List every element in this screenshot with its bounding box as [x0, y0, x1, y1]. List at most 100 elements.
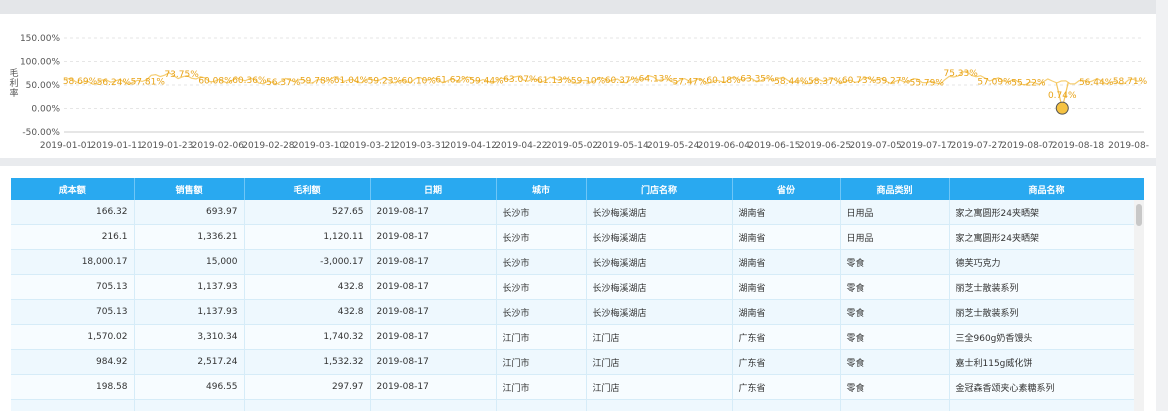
highlighted-data-point [1055, 101, 1069, 115]
table-cell: 长沙市 [496, 249, 587, 275]
data-label: 56.37% [266, 78, 301, 88]
table-cell: 江门店 [586, 374, 733, 400]
table-cell: 零食 [840, 274, 950, 300]
table-row[interactable]: 166.32 693.97 527.65 2019-08-17 长沙市 长沙梅溪湖店 湖南省… [11, 200, 1144, 225]
column-header[interactable]: 毛利额 [244, 178, 371, 200]
y-tick-label: 0.00% [31, 105, 60, 115]
column-header[interactable]: 商品名称 [949, 178, 1144, 200]
table-cell: 2019-08-17 [370, 299, 497, 325]
table-cell: 湖南省 [732, 249, 841, 275]
table-row[interactable]: 18,000.17 15,000 -3,000.17 2019-08-17 长沙市 长沙梅… [11, 249, 1144, 275]
table-cell: 日用品 [840, 224, 950, 250]
data-label: 60.36% [232, 76, 267, 86]
table-header-row: 成本额 销售额 毛利额 日期 城市 门店名称 省份 商品类别 商品名称 [11, 178, 1144, 200]
y-tick-label: -50.00% [22, 128, 60, 138]
data-label: 58.37% [808, 77, 843, 87]
data-label: 59.10% [571, 77, 606, 87]
column-header[interactable]: 城市 [496, 178, 587, 200]
column-header[interactable]: 商品类别 [840, 178, 950, 200]
table-row[interactable] [11, 399, 1144, 411]
table-cell: 长沙梅溪湖店 [586, 200, 733, 225]
table-row[interactable]: 984.92 2,517.24 1,532.32 2019-08-17 江门市 江门店 广东… [11, 349, 1144, 375]
data-label: 56.44% [1079, 78, 1114, 88]
x-tick-label: 2019-06-25 [799, 141, 851, 151]
x-tick-label: 2019-08-07 [1001, 141, 1053, 151]
table-cell: 18,000.17 [11, 249, 135, 275]
data-label: 63.07% [503, 75, 538, 85]
column-header[interactable]: 成本额 [11, 178, 135, 200]
table-cell: 2019-08-17 [370, 324, 497, 350]
table-row[interactable]: 198.58 496.55 297.97 2019-08-17 江门市 江门店 广东省 零食金… [11, 374, 1144, 400]
table-cell: 长沙梅溪湖店 [586, 249, 733, 275]
data-label: 60.08% [198, 76, 233, 86]
table-cell [11, 399, 135, 411]
x-tick-label: 2019-03-10 [293, 141, 346, 151]
table-cell: 广东省 [732, 374, 841, 400]
table-cell: 2,517.24 [134, 349, 245, 375]
data-label: 60.37% [605, 76, 640, 86]
table-cell: 家之寓圆形24夹晒架 [949, 200, 1144, 225]
y-axis-label-char: 毛 [9, 67, 18, 79]
table-row[interactable]: 1,570.02 3,310.34 1,740.32 2019-08-17 江门市 江门店… [11, 324, 1144, 350]
table-row[interactable]: 705.13 1,137.93 432.8 2019-08-17 长沙市 长沙梅溪湖店 湖南… [11, 274, 1144, 300]
table-cell: 长沙梅溪湖店 [586, 274, 733, 300]
table-cell: 长沙市 [496, 274, 587, 300]
sales-table-panel: 成本额 销售额 毛利额 日期 城市 门店名称 省份 商品类别 商品名称 166.32 693.97… [0, 166, 1156, 411]
table-cell: 家之寓圆形24夹晒架 [949, 224, 1144, 250]
page-scrollbar[interactable] [1156, 0, 1168, 411]
column-header[interactable]: 省份 [732, 178, 841, 200]
table-cell: 江门店 [586, 349, 733, 375]
y-tick-label: 150.00% [20, 34, 60, 44]
table-cell: 2019-08-17 [370, 249, 497, 275]
column-header[interactable]: 日期 [370, 178, 497, 200]
table-cell: 江门市 [496, 349, 587, 375]
y-axis-label-char: 率 [9, 87, 18, 99]
table-cell: 长沙梅溪湖店 [586, 224, 733, 250]
table-cell: 1,570.02 [11, 324, 135, 350]
data-label: 59.44% [469, 77, 504, 87]
table-cell: 湖南省 [732, 200, 841, 225]
table-cell [732, 399, 841, 411]
data-label: 61.62% [435, 76, 470, 86]
data-label: 59.23% [368, 77, 403, 87]
table-cell: 216.1 [11, 224, 135, 250]
table-cell: 166.32 [11, 200, 135, 225]
data-label: 59.78% [300, 76, 335, 86]
x-tick-label: 2019-05-02 [546, 141, 598, 151]
table-row[interactable]: 216.1 1,336.21 1,120.11 2019-08-17 长沙市 长沙梅溪湖店… [11, 224, 1144, 250]
table-scrollbar-thumb[interactable] [1136, 204, 1142, 226]
table-cell: 零食 [840, 249, 950, 275]
table-cell: 零食 [840, 299, 950, 325]
x-tick-label: 2019-02-06 [192, 141, 245, 151]
table-cell: 432.8 [244, 274, 371, 300]
table-cell: 湖南省 [732, 224, 841, 250]
data-label: 56.24% [97, 78, 132, 88]
x-tick-label: 2019-04-22 [495, 141, 547, 151]
table-cell: 1,137.93 [134, 299, 245, 325]
column-header[interactable]: 销售额 [134, 178, 245, 200]
table-cell: 1,740.32 [244, 324, 371, 350]
table-cell: 2019-08-17 [370, 349, 497, 375]
column-header[interactable]: 门店名称 [586, 178, 733, 200]
y-axis-label-char: 利 [9, 77, 18, 89]
table-cell [370, 399, 497, 411]
data-label: 57.47% [673, 77, 708, 87]
data-label: 58.44% [774, 77, 809, 87]
x-tick-label: 2019-06-04 [698, 141, 751, 151]
x-tick-label: 2019-07-27 [951, 141, 1003, 151]
x-tick-label: 2019-01-23 [141, 141, 193, 151]
table-cell: 2019-08-17 [370, 374, 497, 400]
table-cell: 丽芝士散装系列 [949, 299, 1144, 325]
table-cell: 297.97 [244, 374, 371, 400]
table-cell: 2019-08-17 [370, 224, 497, 250]
y-tick-label: 50.00% [26, 81, 61, 91]
x-tick-label: 2019-02-28 [242, 141, 295, 151]
table-row[interactable]: 705.13 1,137.93 432.8 2019-08-17 长沙市 长沙梅溪湖店 湖南… [11, 299, 1144, 325]
table-scrollbar[interactable] [1134, 200, 1144, 411]
table-cell [840, 399, 950, 411]
table-cell [244, 399, 371, 411]
table-cell: 496.55 [134, 374, 245, 400]
sales-table: 成本额 销售额 毛利额 日期 城市 门店名称 省份 商品类别 商品名称 166.32 693.97… [11, 178, 1144, 411]
data-label: 61.04% [334, 76, 369, 86]
table-cell: 零食 [840, 374, 950, 400]
